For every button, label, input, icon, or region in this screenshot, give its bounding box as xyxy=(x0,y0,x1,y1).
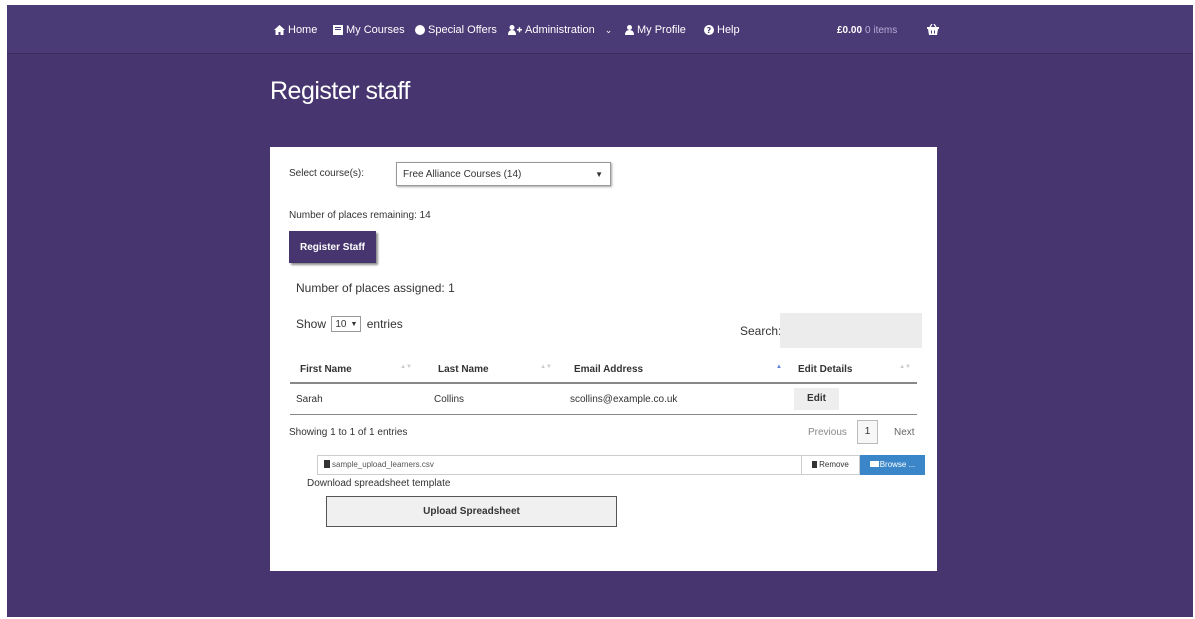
table-row: Sarah Collins scollins@example.co.uk Edi… xyxy=(290,383,917,415)
register-card: Select course(s): Free Alliance Courses … xyxy=(270,147,937,571)
cart-summary[interactable]: £0.00 0 items xyxy=(837,23,897,37)
file-name: sample_upload_learners.csv xyxy=(332,460,434,469)
cart-total: £0.00 xyxy=(837,25,863,36)
nav-my-courses-label: My Courses xyxy=(346,24,405,36)
circle-icon xyxy=(415,25,425,35)
sort-icon: ▲▼ xyxy=(899,364,911,370)
sort-asc-icon: ▲ xyxy=(776,364,782,370)
page-title: Register staff xyxy=(270,77,410,105)
cart-count: 0 items xyxy=(865,25,898,36)
places-assigned: Number of places assigned: 1 xyxy=(296,281,455,295)
header-first-name[interactable]: First Name ▲▼ xyxy=(290,356,418,384)
nav-my-profile[interactable]: My Profile xyxy=(625,23,686,37)
page-length-select[interactable]: 10 ▼ xyxy=(331,316,362,332)
search-input[interactable] xyxy=(780,313,922,348)
nav-special-offers-label: Special Offers xyxy=(428,24,497,36)
chevron-down-icon: ⌄ xyxy=(604,25,613,35)
page-length-value: 10 xyxy=(335,319,347,330)
nav-special-offers[interactable]: Special Offers xyxy=(415,23,497,37)
question-icon: ? xyxy=(704,25,714,35)
browse-button[interactable]: Browse ... xyxy=(860,455,925,475)
remove-label: Remove xyxy=(819,460,849,469)
header-first-name-label: First Name xyxy=(300,363,352,375)
nav-administration-label: Administration xyxy=(525,24,595,36)
file-name-field[interactable]: sample_upload_learners.csv xyxy=(317,455,801,475)
header-email-label: Email Address xyxy=(574,363,644,375)
nav-home[interactable]: Home xyxy=(274,23,317,37)
user-icon xyxy=(625,25,634,35)
sort-icon: ▲▼ xyxy=(540,364,552,370)
cell-first-name: Sarah xyxy=(290,383,418,415)
header-email[interactable]: Email Address ▲ xyxy=(558,356,788,384)
nav-help[interactable]: ? Help xyxy=(704,23,740,37)
course-select[interactable]: Free Alliance Courses (14) ▼ xyxy=(396,162,611,186)
folder-open-icon xyxy=(869,461,879,467)
cell-email: scollins@example.co.uk xyxy=(558,383,788,415)
nav-home-label: Home xyxy=(288,24,318,36)
download-template-link[interactable]: Download spreadsheet template xyxy=(307,478,450,489)
cell-edit: Edit xyxy=(788,383,917,415)
basket-icon xyxy=(927,23,939,35)
header-last-name[interactable]: Last Name ▲▼ xyxy=(418,356,558,384)
entries-label: entries xyxy=(366,317,403,331)
table-info: Showing 1 to 1 of 1 entries xyxy=(289,427,408,438)
course-select-value: Free Alliance Courses (14) xyxy=(403,169,522,180)
places-remaining: Number of places remaining: 14 xyxy=(289,210,431,221)
header-edit-details[interactable]: Edit Details ▲▼ xyxy=(788,356,917,384)
nav-my-profile-label: My Profile xyxy=(637,24,686,36)
header-edit-details-label: Edit Details xyxy=(798,363,853,375)
upload-spreadsheet-button[interactable]: Upload Spreadsheet xyxy=(326,496,617,527)
user-plus-icon xyxy=(508,25,522,35)
caret-down-icon: ▼ xyxy=(350,321,358,328)
home-icon xyxy=(274,25,285,35)
show-label: Show xyxy=(296,317,327,331)
top-navigation: Home My Courses Special Offers Administr… xyxy=(7,5,1193,54)
nav-my-courses[interactable]: My Courses xyxy=(333,23,405,37)
page-length-control: Show 10 ▼ entries xyxy=(296,316,403,332)
previous-page-button[interactable]: Previous xyxy=(808,427,847,438)
staff-table: First Name ▲▼ Last Name ▲▼ Email Address ▲ … xyxy=(290,356,917,415)
sort-icon: ▲▼ xyxy=(400,364,412,370)
course-select-label: Select course(s): xyxy=(289,168,365,179)
register-staff-button[interactable]: Register Staff xyxy=(289,231,376,263)
file-icon xyxy=(324,460,330,468)
nav-administration[interactable]: Administration ⌄ xyxy=(508,23,612,37)
page-background: Home My Courses Special Offers Administr… xyxy=(7,5,1193,617)
next-page-button[interactable]: Next xyxy=(894,427,915,438)
trash-icon xyxy=(812,461,818,468)
book-icon xyxy=(333,25,343,35)
caret-down-icon: ▼ xyxy=(595,170,603,179)
table-header-row: First Name ▲▼ Last Name ▲▼ Email Address ▲ … xyxy=(290,356,917,384)
remove-file-button[interactable]: Remove xyxy=(801,455,860,475)
header-last-name-label: Last Name xyxy=(438,363,489,375)
page-1-button[interactable]: 1 xyxy=(857,420,878,444)
edit-button[interactable]: Edit xyxy=(794,388,839,410)
nav-help-label: Help xyxy=(717,24,740,36)
browse-label: Browse ... xyxy=(879,460,916,469)
basket-button[interactable] xyxy=(927,23,942,37)
svg-text:?: ? xyxy=(707,26,712,35)
cell-last-name: Collins xyxy=(418,383,558,415)
search-label: Search: xyxy=(740,324,782,338)
